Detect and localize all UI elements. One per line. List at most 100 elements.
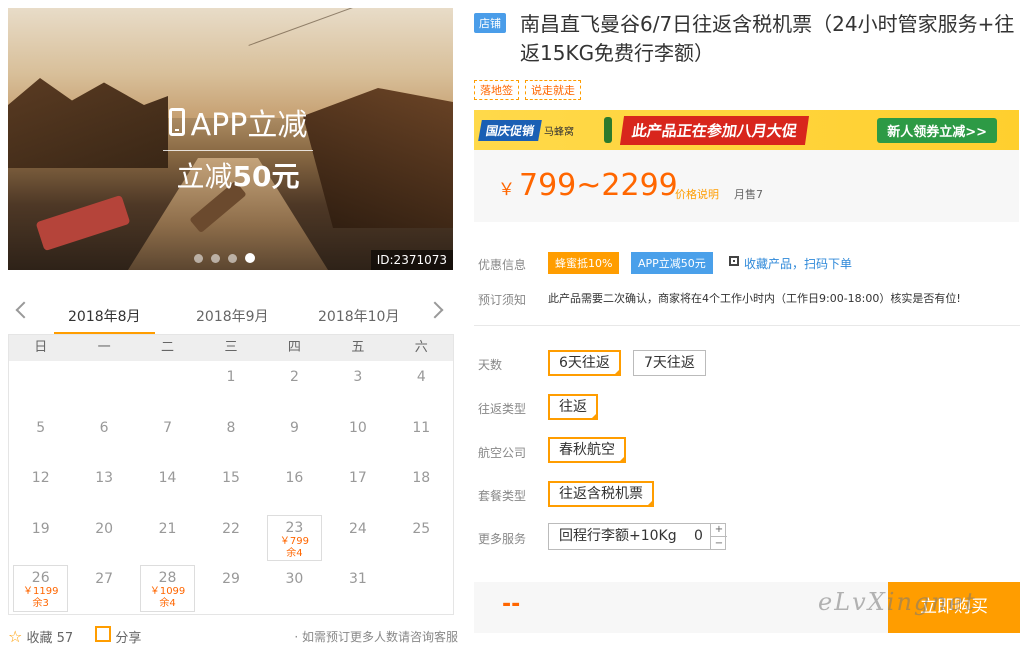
day-number: 4 bbox=[416, 369, 426, 385]
product-hero-image[interactable]: APP立减 立减50元 ID:2371073 bbox=[8, 8, 453, 270]
day-number: 19 bbox=[31, 520, 50, 537]
day-remaining: 余3 bbox=[32, 598, 49, 609]
calendar-day: 1 bbox=[199, 361, 262, 412]
calendar-day: 29 bbox=[199, 563, 262, 614]
share-label: 分享 bbox=[115, 631, 142, 646]
calendar-month-nav: 2018年8月 2018年9月 2018年10月 bbox=[8, 298, 453, 335]
day-number: 18 bbox=[412, 470, 431, 486]
days-option[interactable]: 7天往返 bbox=[633, 350, 706, 376]
day-number: 16 bbox=[285, 470, 304, 486]
promo-line2-prefix: 立减 bbox=[176, 160, 233, 193]
day-number: 2 bbox=[289, 369, 299, 385]
calendar-day: 7 bbox=[136, 412, 199, 463]
calendar-day: 16 bbox=[263, 462, 326, 513]
hero-boat bbox=[35, 194, 131, 252]
day-price: ￥1199 bbox=[22, 586, 59, 597]
calendar-day-available[interactable]: 23 ￥799 余4 bbox=[266, 514, 323, 561]
app-promo-overlay: APP立减 立减50元 bbox=[148, 100, 328, 195]
airline-label: 航空公司 bbox=[478, 446, 527, 460]
calendar-day-available[interactable]: 26 ￥1199 余3 bbox=[13, 565, 69, 612]
discount-badge-app: APP立减50元 bbox=[631, 252, 713, 274]
price-explanation-link[interactable]: 价格说明 bbox=[675, 186, 719, 202]
carousel-dot[interactable] bbox=[194, 254, 203, 263]
currency-symbol: ￥ bbox=[498, 180, 515, 200]
product-tag: 说走就走 bbox=[525, 80, 581, 100]
day-number: 26 bbox=[31, 570, 50, 586]
weekday-header-cell: 六 bbox=[414, 340, 428, 355]
calendar-day: 4 bbox=[390, 361, 453, 412]
calendar-weekday-header: 日一二三四五六 bbox=[9, 335, 453, 361]
decrement-button[interactable]: − bbox=[711, 536, 727, 550]
calendar-day: 25 bbox=[390, 513, 453, 564]
calendar-day-empty bbox=[72, 361, 135, 412]
month-tab[interactable]: 2018年10月 bbox=[318, 306, 399, 326]
weekday-header-cell: 五 bbox=[351, 340, 365, 355]
day-number: 1 bbox=[226, 369, 236, 385]
day-number: 14 bbox=[158, 470, 177, 486]
favorite-action[interactable]: ☆ 收藏 57 bbox=[8, 627, 73, 646]
calendar-day: 10 bbox=[326, 412, 389, 463]
carousel-dots bbox=[194, 253, 255, 263]
favorite-count: 收藏 57 bbox=[26, 630, 74, 646]
month-tab-active[interactable]: 2018年8月 bbox=[54, 306, 155, 335]
promo-banner[interactable]: 国庆促销 马蜂窝 此产品正在参加八月大促 新人领券立减>> bbox=[474, 110, 1019, 150]
calendar-day: 6 bbox=[72, 412, 135, 463]
carousel-dot[interactable] bbox=[211, 254, 220, 263]
phone-icon bbox=[168, 108, 185, 136]
share-action[interactable]: 分享 bbox=[95, 626, 141, 646]
qr-code-icon bbox=[729, 256, 739, 266]
product-title: 南昌直飞曼谷6/7日往返含税机票（24小时管家服务+往返15KG免费行李额） bbox=[520, 12, 1015, 65]
day-number: 23 bbox=[285, 519, 304, 536]
day-number: 28 bbox=[158, 570, 177, 586]
airline-option-selected[interactable]: 春秋航空 bbox=[548, 437, 626, 463]
month-tab[interactable]: 2018年9月 bbox=[196, 306, 269, 326]
banner-sub: 马蜂窝 bbox=[544, 126, 575, 138]
carousel-dot-active[interactable] bbox=[245, 253, 255, 263]
monthly-sales: 月售7 bbox=[734, 188, 763, 201]
day-number: 27 bbox=[95, 571, 114, 587]
carousel-dot[interactable] bbox=[228, 254, 237, 263]
discount-badge-honey: 蜂蜜抵10% bbox=[548, 252, 620, 274]
price-range-value: 799~2299 bbox=[519, 168, 678, 203]
product-actions: ☆ 收藏 57 分享 · 如需预订更多人数请咨询客服 bbox=[8, 626, 458, 646]
calendar-day-available[interactable]: 28 ￥1099 余4 bbox=[139, 565, 196, 612]
shop-badge[interactable]: 店铺 bbox=[474, 13, 506, 33]
promo-line1: APP立减 bbox=[190, 108, 308, 143]
calendar-day: 30 bbox=[263, 563, 326, 614]
next-month-arrow-icon[interactable] bbox=[426, 301, 444, 319]
section-divider bbox=[474, 325, 1020, 326]
day-number: 13 bbox=[95, 470, 114, 486]
trip-type-option-selected[interactable]: 往返 bbox=[548, 394, 598, 420]
qr-order-link[interactable]: 收藏产品，扫码下单 bbox=[744, 255, 852, 272]
calendar-day: 9 bbox=[263, 412, 326, 463]
calendar-day: 5 bbox=[9, 412, 72, 463]
calendar-day: 21 bbox=[136, 513, 199, 564]
coupon-button[interactable]: 新人领券立减>> bbox=[877, 117, 997, 143]
star-icon: ☆ bbox=[8, 626, 23, 646]
calendar-body: 1 2 3 4 5 6 7 8 9 10 11 12 13 14 15 16 17 18 19 20 21 22 23 ￥79… bbox=[9, 361, 453, 614]
share-icon bbox=[95, 626, 112, 642]
package-label: 套餐类型 bbox=[478, 489, 527, 503]
day-price: ￥799 bbox=[279, 535, 309, 547]
calendar-day: 17 bbox=[326, 462, 389, 513]
day-number: 3 bbox=[353, 369, 363, 385]
extra-baggage-quantity[interactable]: 0 bbox=[694, 523, 703, 550]
prev-month-arrow-icon[interactable] bbox=[15, 301, 33, 319]
banner-logo: 国庆促销 bbox=[478, 119, 542, 141]
promo-divider bbox=[163, 150, 313, 151]
calendar-day: 18 bbox=[390, 462, 453, 513]
increment-button[interactable]: + bbox=[711, 523, 727, 536]
calendar-day: 2 bbox=[263, 361, 326, 412]
day-number: 5 bbox=[36, 419, 46, 436]
package-option-selected[interactable]: 往返含税机票 bbox=[548, 481, 654, 507]
calendar-day: 3 bbox=[326, 361, 389, 412]
consult-note: · 如需预订更多人数请咨询客服 bbox=[294, 629, 458, 644]
days-option-selected[interactable]: 6天往返 bbox=[548, 350, 621, 376]
watermark: eLvXingnet bbox=[818, 588, 977, 616]
notice-label: 预订须知 bbox=[478, 293, 527, 307]
calendar-grid: 日一二三四五六 1 2 3 4 5 6 7 8 9 10 11 12 13 14 15 16 17 18 19 20 2… bbox=[8, 334, 454, 615]
day-number: 31 bbox=[348, 571, 367, 587]
calendar-day: 22 bbox=[199, 513, 262, 564]
day-number: 15 bbox=[222, 470, 240, 486]
calendar-day: 13 bbox=[72, 462, 135, 513]
